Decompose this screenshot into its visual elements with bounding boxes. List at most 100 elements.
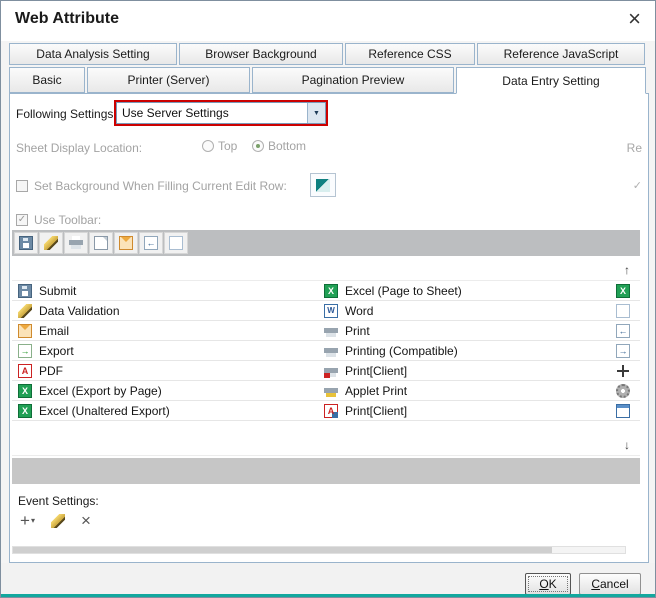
word-icon xyxy=(324,303,338,318)
scroll-down-row: ↓ xyxy=(12,435,640,456)
delete-button[interactable]: × xyxy=(81,512,91,529)
cancel-button[interactable]: Cancel xyxy=(579,573,641,595)
tab-pagination-preview[interactable]: Pagination Preview xyxy=(252,67,454,93)
event-settings-label: Event Settings: xyxy=(18,494,99,508)
scroll-up-icon[interactable]: ↑ xyxy=(624,263,630,277)
calendar-icon xyxy=(616,403,630,418)
fill-color-button[interactable] xyxy=(310,173,336,197)
toolbar-preview-cell xyxy=(139,232,163,254)
tab-printer-server[interactable]: Printer (Server) xyxy=(87,67,250,93)
event-buttons: + ▾ × xyxy=(20,512,91,529)
left-cell: Email xyxy=(12,323,324,338)
radio-bottom-label: Bottom xyxy=(268,139,307,153)
excel-icon xyxy=(18,403,32,418)
item-label: Print[Client] xyxy=(345,403,408,418)
left-cell: Data Validation xyxy=(12,303,324,318)
radio-option-top[interactable]: Top xyxy=(202,139,237,153)
set-background-row: Set Background When Filling Current Edit… xyxy=(16,179,287,193)
use-toolbar-checkbox[interactable]: ✓ xyxy=(16,214,28,226)
excel-icon xyxy=(616,283,630,298)
arrow-right-icon xyxy=(616,343,630,358)
dialog-title: Web Attribute xyxy=(15,10,119,27)
list-item[interactable]: Email Print xyxy=(12,321,640,341)
radio-icon-top[interactable] xyxy=(202,140,214,152)
pdf-client-icon xyxy=(324,403,338,418)
radio-top-label: Top xyxy=(218,139,238,153)
scroll-down-icon[interactable]: ↓ xyxy=(624,438,630,452)
radio-option-bottom[interactable]: Bottom xyxy=(252,139,306,153)
left-cell: Submit xyxy=(12,283,324,298)
list-item[interactable]: PDF Print[Client] xyxy=(12,361,640,381)
item-label: Excel (Export by Page) xyxy=(39,383,162,398)
ok-button[interactable]: OK xyxy=(525,573,571,595)
tab-data-analysis-setting[interactable]: Data Analysis Setting xyxy=(9,43,177,65)
add-icon: + xyxy=(20,511,30,530)
following-settings-dropdown[interactable]: Use Server Settings ▼ xyxy=(116,102,326,124)
list-item[interactable]: Export Printing (Compatible) xyxy=(12,341,640,361)
toolbar-preview-cell xyxy=(164,232,188,254)
tab-reference-css[interactable]: Reference CSS xyxy=(345,43,475,65)
horizontal-scrollbar-thumb[interactable] xyxy=(13,547,552,553)
clipped-right-checkmark: ✓ xyxy=(632,180,642,192)
excel-icon xyxy=(324,283,338,298)
radio-icon-bottom[interactable] xyxy=(252,140,264,152)
clipped-right-text: Re xyxy=(626,141,642,155)
fill-bucket-icon xyxy=(316,178,330,192)
toolbar-list-block: ↑ Submit Excel (Page to Sheet) Data Valida… xyxy=(12,260,640,456)
print-icon xyxy=(324,343,338,358)
item-label: Submit xyxy=(39,283,77,298)
pencil-icon xyxy=(18,303,32,318)
list-item[interactable]: Submit Excel (Page to Sheet) xyxy=(12,281,640,301)
cancel-button-label: Cancel xyxy=(591,577,629,591)
pencil-icon xyxy=(50,513,65,528)
left-cell: Excel (Unaltered Export) xyxy=(12,403,324,418)
tab-browser-background[interactable]: Browser Background xyxy=(179,43,343,65)
chevron-down-icon[interactable]: ▼ xyxy=(307,103,325,123)
email-icon xyxy=(119,236,133,250)
tab-data-entry-setting[interactable]: Data Entry Setting xyxy=(456,67,646,94)
toolbar-preview-cell xyxy=(14,232,38,254)
add-button[interactable]: + ▾ xyxy=(20,512,35,529)
edit-button[interactable] xyxy=(50,513,65,528)
item-label: PDF xyxy=(39,363,63,378)
right-cell: Printing (Compatible) xyxy=(324,343,626,358)
chevron-down-icon[interactable]: ▾ xyxy=(31,516,35,525)
toolbar-preview-cell xyxy=(114,232,138,254)
email-icon xyxy=(18,323,32,338)
list-item[interactable]: Excel (Export by Page) Applet Print xyxy=(12,381,640,401)
web-attribute-dialog: Web Attribute × Data Analysis Setting Bro… xyxy=(0,0,656,598)
following-settings-label: Following Settings: xyxy=(16,107,117,121)
blank-icon xyxy=(616,303,630,318)
toolbar-items-list: Submit Excel (Page to Sheet) Data Validati… xyxy=(12,281,640,421)
tab-basic[interactable]: Basic xyxy=(9,67,85,93)
applet-print-icon xyxy=(324,383,338,398)
item-label: Applet Print xyxy=(345,383,408,398)
toolbar-preview-cell xyxy=(89,232,113,254)
item-label: Word xyxy=(345,303,374,318)
save-icon xyxy=(18,283,32,298)
ok-button-label: OK xyxy=(539,577,557,591)
item-label: Export xyxy=(39,343,74,358)
arrow-left-icon xyxy=(144,236,158,250)
close-icon[interactable]: × xyxy=(628,6,641,32)
list-item[interactable]: Excel (Unaltered Export) Print[Client] xyxy=(12,401,640,421)
gear-icon xyxy=(616,383,630,398)
tab-row-1: Data Analysis Setting Browser Background R… xyxy=(9,43,645,65)
item-label: Print xyxy=(345,323,370,338)
list-item[interactable]: Data Validation Word xyxy=(12,301,640,321)
horizontal-scrollbar[interactable] xyxy=(12,546,626,554)
use-toolbar-row: ✓ Use Toolbar: xyxy=(16,213,101,227)
delete-icon: × xyxy=(80,511,91,530)
tab-reference-javascript[interactable]: Reference JavaScript xyxy=(477,43,645,65)
print-icon xyxy=(69,236,83,250)
pdf-icon xyxy=(18,363,32,378)
set-background-checkbox[interactable] xyxy=(16,180,28,192)
left-cell: PDF xyxy=(12,363,324,378)
pencil-icon xyxy=(44,236,58,250)
left-cell: Excel (Export by Page) xyxy=(12,383,324,398)
print-client-icon xyxy=(324,363,338,378)
bottom-edge-strip xyxy=(1,594,655,597)
right-cell: Word xyxy=(324,303,626,318)
tab-row-2: Basic Printer (Server) Pagination Preview D… xyxy=(9,67,646,94)
titlebar: Web Attribute × xyxy=(1,1,655,41)
